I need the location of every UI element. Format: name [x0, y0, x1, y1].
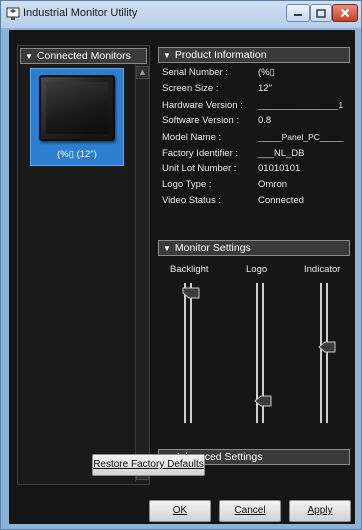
- app-window: Industrial Monitor Utility ▼ Connected Mo…: [0, 0, 362, 530]
- backlight-label: Backlight: [170, 264, 209, 275]
- info-row-model-name: Model Name : _____Panel_PC_____: [162, 132, 350, 146]
- indicator-label: Indicator: [304, 264, 341, 275]
- monitor-item-label: (%▯ (12"): [57, 149, 97, 160]
- logo-slider[interactable]: [254, 283, 272, 423]
- maximize-button[interactable]: [310, 4, 332, 22]
- window-title: Industrial Monitor Utility: [23, 7, 138, 19]
- backlight-slider-thumb[interactable]: [182, 287, 200, 299]
- connected-monitors-panel: ▼Connected Monitors (%▯ (12") ▲ ▼: [17, 45, 150, 485]
- logo-label: Logo: [246, 264, 268, 275]
- info-value: 12": [258, 83, 272, 94]
- product-information-header[interactable]: ▼ Product Information: [158, 47, 350, 63]
- info-row-video-status: Video Status : Connected: [162, 195, 350, 209]
- monitor-list-scrollbar[interactable]: ▲ ▼: [135, 64, 149, 482]
- settings-area: ▼ Product Information Serial Number : (%▯…: [158, 45, 350, 485]
- info-row-unit-lot-number: Unit Lot Number : 01010101: [162, 163, 350, 177]
- info-value: ___NL_DB: [258, 148, 305, 159]
- info-value: 01010101: [258, 163, 301, 174]
- info-label: Model Name :: [162, 132, 222, 143]
- info-label: Software Version :: [162, 115, 240, 126]
- info-label: Hardware Version :: [162, 100, 243, 111]
- info-row-hardware-version: Hardware Version : _________________1: [162, 100, 350, 114]
- collapse-triangle-icon: ▼: [163, 244, 171, 253]
- maximize-icon: [316, 8, 326, 18]
- info-row-logo-type: Logo Type : Omron: [162, 179, 350, 193]
- backlight-slider[interactable]: [182, 283, 200, 423]
- panel-monitor-icon: [39, 75, 115, 141]
- collapse-triangle-icon: ▼: [25, 52, 33, 61]
- info-label: Factory Identifier :: [162, 148, 239, 159]
- slider-rail: [326, 283, 328, 423]
- info-row-screen-size: Screen Size : 12": [162, 83, 350, 97]
- slider-rail: [190, 283, 192, 423]
- info-row-factory-identifier: Factory Identifier : ___NL_DB: [162, 148, 350, 162]
- monitor-settings-header[interactable]: ▼ Monitor Settings: [158, 240, 350, 256]
- client-area: ▼Connected Monitors (%▯ (12") ▲ ▼ ▼Produ…: [9, 30, 355, 524]
- scroll-up-icon[interactable]: ▲: [136, 66, 149, 79]
- monitor-screen: [46, 82, 108, 134]
- info-value: Connected: [258, 195, 304, 206]
- info-value: _____Panel_PC_____: [258, 132, 344, 142]
- title-bar[interactable]: Industrial Monitor Utility: [1, 1, 361, 28]
- product-information-title: Product Information: [174, 49, 267, 61]
- monitor-app-icon: [6, 7, 20, 20]
- ok-button[interactable]: OK: [149, 500, 211, 522]
- info-value: _________________1: [258, 100, 344, 110]
- indicator-slider[interactable]: [318, 283, 336, 423]
- connected-monitors-title: Connected Monitors: [36, 50, 131, 62]
- indicator-slider-thumb[interactable]: [318, 341, 336, 353]
- minimize-button[interactable]: [286, 4, 310, 22]
- close-icon: [340, 8, 350, 18]
- slider-rail: [184, 283, 186, 423]
- apply-button[interactable]: Apply: [289, 500, 351, 522]
- connected-monitors-header[interactable]: ▼ Connected Monitors: [20, 48, 147, 64]
- info-label: Unit Lot Number :: [162, 163, 237, 174]
- info-label: Serial Number :: [162, 67, 228, 78]
- cancel-button[interactable]: Cancel: [219, 500, 281, 522]
- info-value: (%▯: [258, 67, 275, 78]
- info-label: Screen Size :: [162, 83, 219, 94]
- info-row-software-version: Software Version : 0.8: [162, 115, 350, 129]
- logo-slider-thumb[interactable]: [254, 395, 272, 407]
- info-row-serial-number: Serial Number : (%▯: [162, 67, 350, 81]
- restore-factory-defaults-button[interactable]: Restore Factory Defaults: [92, 454, 205, 476]
- info-label: Video Status :: [162, 195, 221, 206]
- collapse-triangle-icon: ▼: [163, 51, 171, 60]
- info-value: Omron: [258, 179, 288, 190]
- monitor-settings-title: Monitor Settings: [174, 242, 251, 254]
- minimize-icon: [294, 14, 302, 16]
- info-value: 0.8: [258, 115, 272, 126]
- monitor-list-item[interactable]: (%▯ (12"): [30, 68, 124, 166]
- close-button[interactable]: [332, 4, 358, 22]
- slider-rail: [320, 283, 322, 423]
- info-label: Logo Type :: [162, 179, 212, 190]
